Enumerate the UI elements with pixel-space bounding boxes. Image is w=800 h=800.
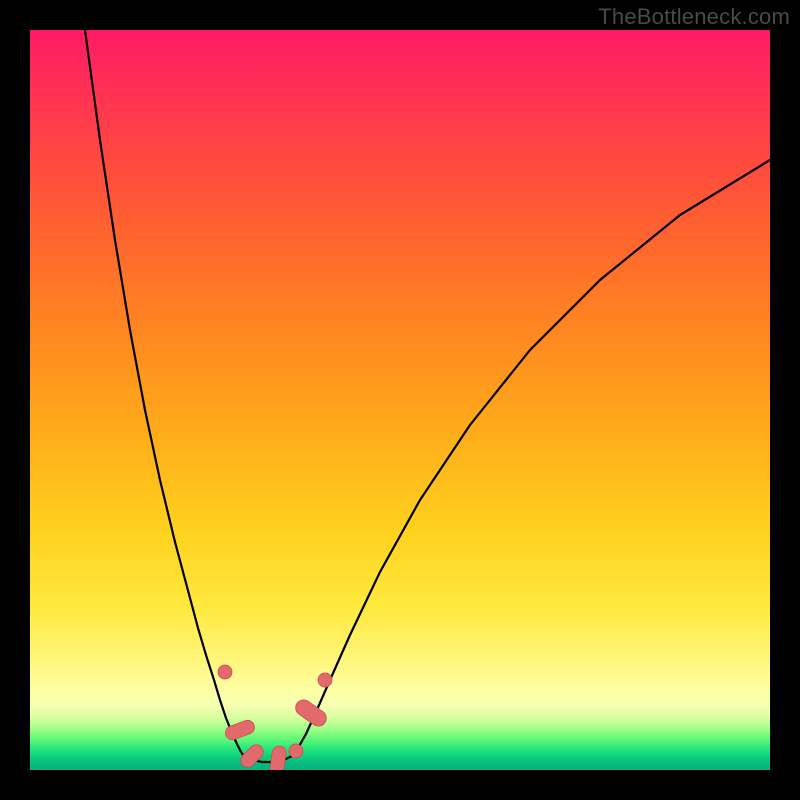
data-marker-3 [269,745,287,770]
plot-area [30,30,770,770]
markers-group [218,665,332,770]
data-marker-4 [289,744,303,758]
data-marker-0 [218,665,232,679]
data-marker-2 [238,742,266,770]
data-marker-6 [318,673,332,687]
chart-frame: TheBottleneck.com [0,0,800,800]
curve-right-branch [292,160,770,756]
curve-layer [30,30,770,770]
watermark-text: TheBottleneck.com [598,4,790,30]
curve-left-branch [85,30,244,756]
